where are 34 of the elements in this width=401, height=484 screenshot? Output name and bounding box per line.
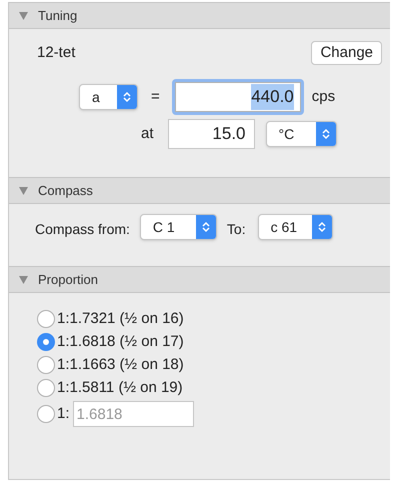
stepper-icon <box>318 221 326 233</box>
at-label: at <box>141 124 154 144</box>
temperature-field[interactable]: 15.0 <box>168 119 255 149</box>
section-header[interactable]: Tuning <box>9 2 390 29</box>
tuning-name: 12-tet <box>37 42 76 63</box>
section-header[interactable]: Proportion <box>9 266 390 293</box>
disclosure-triangle-icon <box>19 276 28 284</box>
radio-button[interactable] <box>37 379 55 397</box>
change-button[interactable]: Change <box>311 41 382 65</box>
unit-label: cps <box>312 86 336 107</box>
radio-button[interactable] <box>37 310 55 328</box>
popup-button[interactable]: a <box>79 84 138 110</box>
popup-button[interactable]: C 1 <box>140 214 217 240</box>
disclosure-triangle-icon <box>19 12 28 20</box>
frequency-field[interactable]: 440.0 <box>172 79 304 115</box>
section-header[interactable]: Compass <box>9 177 390 204</box>
ratio-field[interactable]: 1.6818 <box>72 401 194 427</box>
compass-from-label: Compass from: <box>35 220 130 239</box>
radio-button[interactable] <box>37 333 55 351</box>
stepper-icon <box>202 221 210 233</box>
option-label: 1:1.5811 (½ on 19) <box>57 378 183 398</box>
option-label: 1:1.6818 (½ on 17) <box>57 332 184 352</box>
stepper-icon <box>322 128 330 140</box>
option-label: 1:1.7321 (½ on 16) <box>57 308 184 329</box>
to-label: To: <box>226 220 246 239</box>
option-label: 1:1.1663 (½ on 18) <box>57 354 184 375</box>
stepper-icon <box>123 91 131 103</box>
disclosure-triangle-icon <box>19 186 28 194</box>
radio-button[interactable] <box>37 356 55 374</box>
equals-sign: = <box>151 86 160 107</box>
radio-button[interactable] <box>37 405 55 423</box>
option-label: 1: <box>57 404 70 424</box>
popup-button[interactable]: c 61 <box>258 214 333 240</box>
popup-button[interactable]: °C <box>266 121 337 147</box>
